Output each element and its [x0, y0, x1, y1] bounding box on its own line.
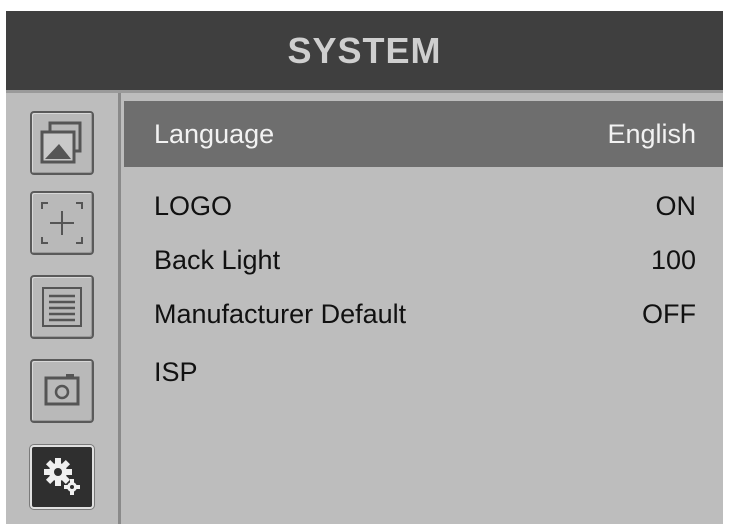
menu-item-label: ISP — [154, 356, 198, 387]
list-icon — [42, 287, 82, 327]
camera-icon — [44, 374, 80, 406]
sidebar-item-picture[interactable] — [30, 111, 94, 175]
picture-icon — [40, 121, 82, 164]
menu-item-label: LOGO — [154, 190, 233, 221]
gear-icon — [44, 458, 80, 495]
page-title-text: SYSTEM — [287, 29, 442, 71]
crosshair-icon — [41, 202, 83, 244]
menu-item-value: English — [607, 118, 696, 149]
menu-item-language[interactable]: Language English — [124, 101, 723, 167]
sidebar-item-system[interactable] — [30, 445, 94, 509]
osd-menu: SYSTEM Language English LOGO ON Back Lig… — [6, 11, 723, 524]
sidebar — [6, 93, 121, 524]
menu-item-label: Language — [154, 118, 275, 149]
sidebar-item-marker[interactable] — [30, 191, 94, 255]
menu-item-value: ON — [655, 190, 697, 221]
menu-item-isp[interactable]: ISP — [124, 339, 723, 405]
menu-item-manufacturer-default[interactable]: Manufacturer Default OFF — [124, 281, 723, 347]
menu-item-value: 100 — [650, 244, 696, 275]
menu-list: Language English LOGO ON Back Light 100 … — [124, 93, 723, 524]
menu-item-value: OFF — [642, 298, 696, 329]
sidebar-item-function[interactable] — [30, 275, 94, 339]
sidebar-item-camera[interactable] — [30, 359, 94, 423]
menu-item-label: Manufacturer Default — [154, 298, 407, 329]
menu-item-label: Back Light — [154, 244, 281, 275]
page-title: SYSTEM — [6, 11, 723, 93]
